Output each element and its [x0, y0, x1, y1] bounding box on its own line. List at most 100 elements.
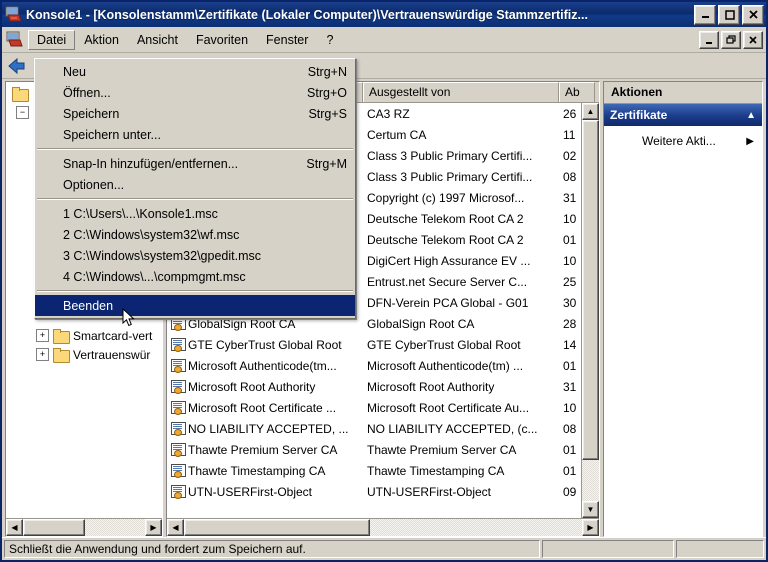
table-row[interactable]: Entrust.net Secure Server C...	[363, 271, 559, 292]
table-row[interactable]: CA3 RZ	[363, 103, 559, 124]
menuitem-oeffnen[interactable]: Öffnen... Strg+O	[35, 82, 355, 103]
table-row[interactable]: Thawte Premium Server CA	[167, 439, 363, 460]
table-row[interactable]: 10	[559, 250, 581, 271]
table-row[interactable]: 10	[559, 208, 581, 229]
mdi-restore-button[interactable]	[721, 30, 741, 49]
menuitem-snapin-hinzufuegen[interactable]: Snap-In hinzufügen/entfernen... Strg+M	[35, 153, 355, 174]
table-row[interactable]: 01	[559, 460, 581, 481]
list-hscroll-track[interactable]	[184, 519, 582, 536]
scroll-right-button[interactable]: ▶	[582, 519, 599, 536]
table-row[interactable]: 01	[559, 439, 581, 460]
table-row[interactable]: Deutsche Telekom Root CA 2	[363, 229, 559, 250]
table-row[interactable]: 08	[559, 418, 581, 439]
table-row[interactable]: Microsoft Authenticode(tm...	[167, 355, 363, 376]
table-row[interactable]: Class 3 Public Primary Certifi...	[363, 166, 559, 187]
table-row[interactable]: 25	[559, 271, 581, 292]
tree-hscrollbar[interactable]: ◀ ▶	[6, 518, 162, 536]
mmc-small-icon[interactable]	[6, 31, 24, 49]
menuitem-speichern-unter[interactable]: Speichern unter...	[35, 124, 355, 145]
table-row[interactable]: Microsoft Root Authority	[363, 376, 559, 397]
cell-issued-by: GTE CyberTrust Global Root	[367, 337, 521, 352]
table-row[interactable]: DFN-Verein PCA Global - G01	[363, 292, 559, 313]
table-row[interactable]: Thawte Timestamping CA	[167, 460, 363, 481]
table-row[interactable]: 28	[559, 313, 581, 334]
table-row[interactable]: DigiCert High Assurance EV ...	[363, 250, 559, 271]
menuitem-beenden[interactable]: Beenden	[35, 295, 355, 316]
close-button[interactable]	[742, 4, 764, 25]
menuitem-speichern[interactable]: Speichern Strg+S	[35, 103, 355, 124]
table-row[interactable]: 11	[559, 124, 581, 145]
tree-row[interactable]: + Vertrauenswür	[6, 345, 162, 364]
chevron-up-icon[interactable]: ▲	[746, 110, 756, 121]
table-row[interactable]: Class 3 Public Primary Certifi...	[363, 145, 559, 166]
mdi-close-button[interactable]	[743, 30, 763, 49]
table-row[interactable]: 26	[559, 103, 581, 124]
scroll-up-button[interactable]: ▲	[582, 103, 599, 120]
table-row[interactable]: 31	[559, 187, 581, 208]
action-weitere-aktionen[interactable]: Weitere Akti... ▶	[604, 131, 762, 151]
minimize-button[interactable]	[694, 4, 716, 25]
table-row[interactable]: 10	[559, 397, 581, 418]
scroll-left-button[interactable]: ◀	[167, 519, 184, 536]
scroll-left-button[interactable]: ◀	[6, 519, 23, 536]
list-hscrollbar[interactable]: ◀ ▶	[167, 518, 599, 536]
menu-datei[interactable]: Datei	[28, 30, 76, 50]
menu-help[interactable]: ?	[317, 30, 342, 50]
expand-icon[interactable]: +	[36, 329, 49, 342]
menuitem-recent-3[interactable]: 3 C:\Windows\system32\gpedit.msc	[35, 245, 355, 266]
table-row[interactable]: NO LIABILITY ACCEPTED, ...	[167, 418, 363, 439]
table-row[interactable]: GTE CyberTrust Global Root	[167, 334, 363, 355]
list-vscroll-track[interactable]	[582, 120, 599, 501]
file-menu-dropdown[interactable]: Neu Strg+N Öffnen... Strg+O Speichern St…	[34, 58, 356, 319]
table-row[interactable]: Microsoft Root Certificate Au...	[363, 397, 559, 418]
collapse-icon[interactable]: −	[16, 106, 29, 119]
table-row[interactable]: Microsoft Authenticode(tm) ...	[363, 355, 559, 376]
table-row[interactable]: UTN-USERFirst-Object	[363, 481, 559, 502]
table-row[interactable]: GlobalSign Root CA	[363, 313, 559, 334]
menuitem-recent-1[interactable]: 1 C:\Users\...\Konsole1.msc	[35, 203, 355, 224]
cell-expiry: 08	[563, 421, 577, 436]
table-row[interactable]: Microsoft Root Certificate ...	[167, 397, 363, 418]
list-vscrollbar[interactable]: ▲ ▼	[581, 103, 599, 518]
table-row[interactable]: 14	[559, 334, 581, 355]
table-row[interactable]: Deutsche Telekom Root CA 2	[363, 208, 559, 229]
menuitem-neu[interactable]: Neu Strg+N	[35, 61, 355, 82]
table-row[interactable]: 01	[559, 229, 581, 250]
table-row[interactable]: NO LIABILITY ACCEPTED, (c...	[363, 418, 559, 439]
menu-fenster[interactable]: Fenster	[257, 30, 317, 50]
actions-pane: Aktionen Zertifikate ▲ Weitere Akti... ▶	[603, 81, 763, 537]
table-row[interactable]: 30	[559, 292, 581, 313]
table-row[interactable]: 31	[559, 376, 581, 397]
tree-hscroll-track[interactable]	[23, 519, 145, 536]
table-row[interactable]: GTE CyberTrust Global Root	[363, 334, 559, 355]
mdi-minimize-button[interactable]	[699, 30, 719, 49]
menuitem-recent-4[interactable]: 4 C:\Windows\...\compmgmt.msc	[35, 266, 355, 287]
table-row[interactable]: 08	[559, 166, 581, 187]
table-row[interactable]: 01	[559, 355, 581, 376]
menuitem-recent-2[interactable]: 2 C:\Windows\system32\wf.msc	[35, 224, 355, 245]
menu-aktion[interactable]: Aktion	[75, 30, 128, 50]
back-arrow-icon[interactable]	[6, 56, 28, 76]
actions-group-zertifikate[interactable]: Zertifikate ▲	[604, 104, 762, 126]
table-row[interactable]: Microsoft Root Authority	[167, 376, 363, 397]
expand-icon[interactable]: +	[36, 348, 49, 361]
table-row[interactable]: 02	[559, 145, 581, 166]
menu-favoriten[interactable]: Favoriten	[187, 30, 257, 50]
maximize-button[interactable]	[718, 4, 740, 25]
table-row[interactable]: Thawte Timestamping CA	[363, 460, 559, 481]
table-row[interactable]: Certum CA	[363, 124, 559, 145]
scroll-down-button[interactable]: ▼	[582, 501, 599, 518]
column-header-issued-by[interactable]: Ausgestellt von	[363, 82, 559, 102]
table-row[interactable]: Thawte Premium Server CA	[363, 439, 559, 460]
tree-row[interactable]: + Smartcard-vert	[6, 326, 162, 345]
table-row[interactable]: Copyright (c) 1997 Microsof...	[363, 187, 559, 208]
scroll-right-button[interactable]: ▶	[145, 519, 162, 536]
menuitem-optionen[interactable]: Optionen...	[35, 174, 355, 195]
list-vscroll-thumb[interactable]	[582, 120, 599, 460]
tree-hscroll-thumb[interactable]	[23, 519, 85, 536]
table-row[interactable]: UTN-USERFirst-Object	[167, 481, 363, 502]
menu-ansicht[interactable]: Ansicht	[128, 30, 187, 50]
table-row[interactable]: 09	[559, 481, 581, 502]
column-header-expiry[interactable]: Ab	[559, 82, 595, 102]
list-hscroll-thumb[interactable]	[184, 519, 370, 536]
